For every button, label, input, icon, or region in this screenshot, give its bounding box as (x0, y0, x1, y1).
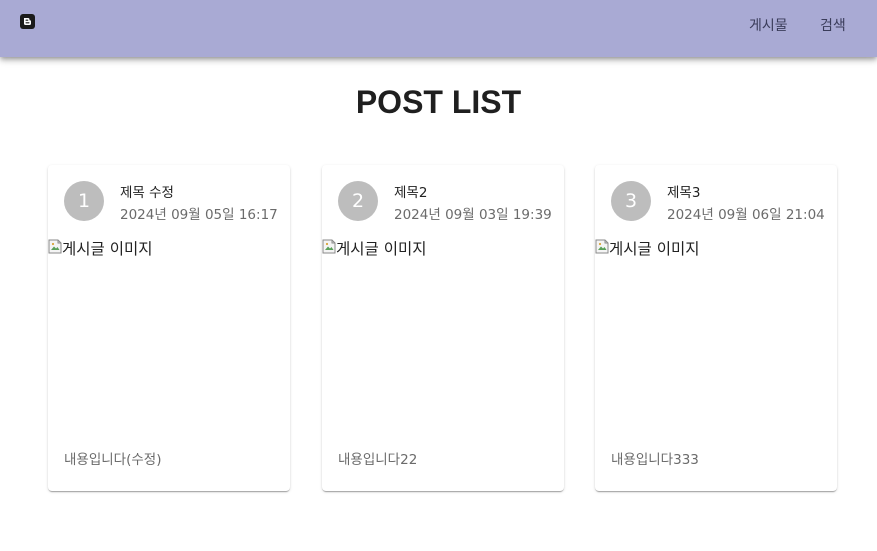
post-card[interactable]: 3 제목3 2024년 09월 06일 21:04 게시글 이미지 내용입니다3… (595, 165, 837, 491)
app-bar: 게시물 검색 (0, 0, 877, 57)
post-content: 내용입니다(수정) (64, 452, 162, 468)
post-number-avatar: 3 (611, 181, 651, 221)
post-title: 제목 수정 (120, 185, 174, 201)
post-title: 제목3 (667, 185, 701, 201)
broken-image-icon (48, 239, 62, 254)
broken-image-icon (322, 239, 336, 254)
post-content: 내용입니다22 (338, 452, 418, 468)
post-content: 내용입니다333 (611, 452, 699, 468)
nav-search-link[interactable]: 검색 (820, 15, 846, 35)
post-date: 2024년 09월 06일 21:04 (667, 207, 825, 223)
image-alt-text: 게시글 이미지 (62, 240, 153, 258)
blogger-icon[interactable] (20, 14, 35, 29)
nav-posts-link[interactable]: 게시물 (749, 15, 788, 35)
post-title: 제목2 (394, 185, 428, 201)
post-number-avatar: 1 (64, 181, 104, 221)
image-alt-text: 게시글 이미지 (336, 240, 427, 258)
post-date: 2024년 09월 03일 19:39 (394, 207, 552, 223)
post-image: 게시글 이미지 (322, 236, 564, 436)
broken-image-icon (595, 239, 609, 254)
post-card[interactable]: 1 제목 수정 2024년 09월 05일 16:17 게시글 이미지 내용입니… (48, 165, 290, 491)
post-date: 2024년 09월 05일 16:17 (120, 207, 278, 223)
post-number-avatar: 2 (338, 181, 378, 221)
post-card[interactable]: 2 제목2 2024년 09월 03일 19:39 게시글 이미지 내용입니다2… (322, 165, 564, 491)
post-image: 게시글 이미지 (48, 236, 290, 436)
image-alt-text: 게시글 이미지 (609, 240, 700, 258)
page-title: POST LIST (355, 84, 522, 120)
post-image: 게시글 이미지 (595, 236, 837, 436)
